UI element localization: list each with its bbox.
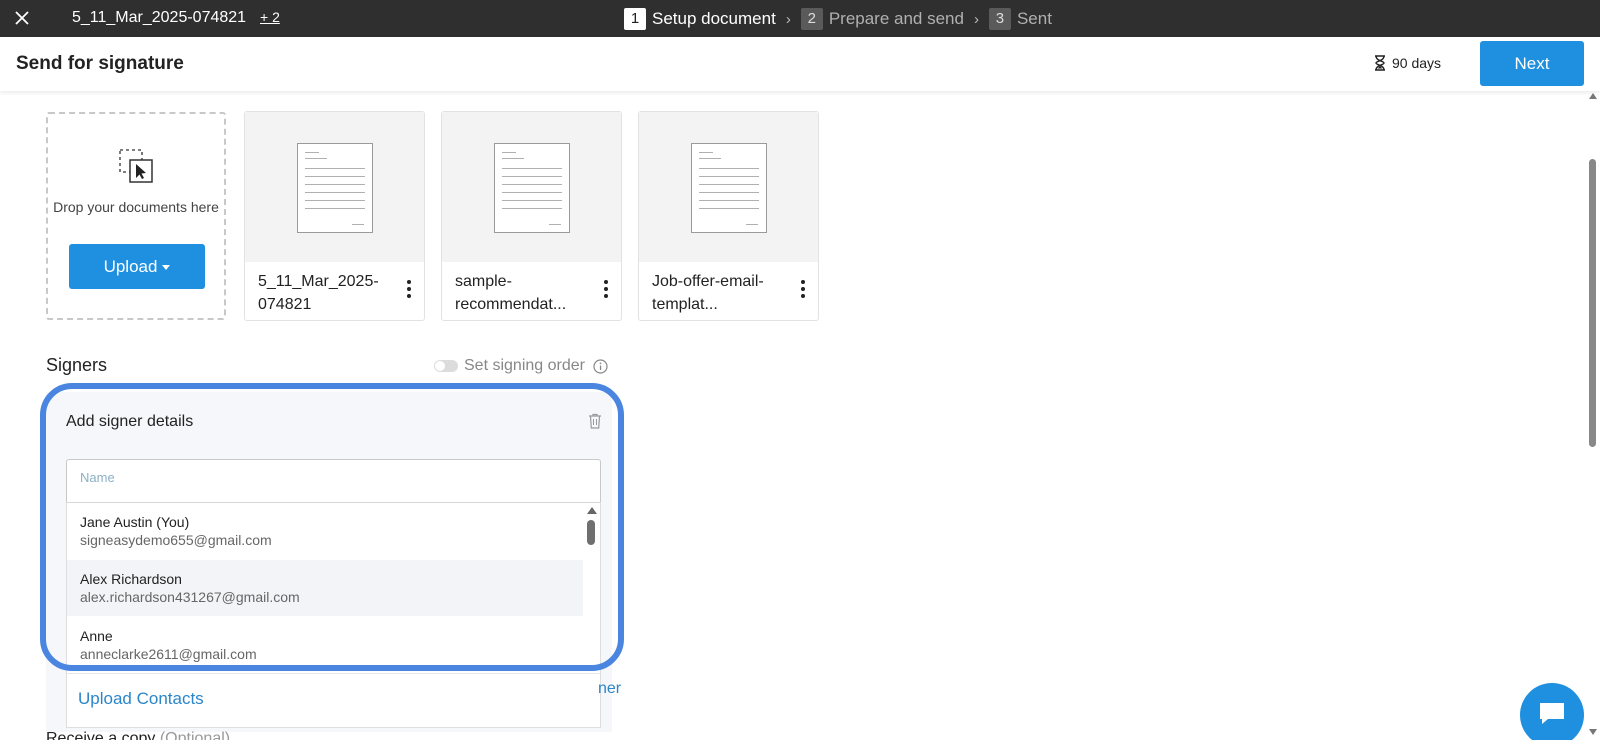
step-setup-document[interactable]: 1 Setup document [624,8,776,30]
document-dropzone[interactable]: Drop your documents here Upload [46,112,226,320]
contact-email: anneclarke2611@gmail.com [80,646,257,662]
document-card[interactable]: sample-recommendat... [441,111,622,321]
caret-down-icon [162,264,171,270]
receive-copy-heading: Receive a copy (Optional) [46,730,230,740]
contact-email: alex.richardson431267@gmail.com [80,589,300,605]
document-thumbnail [442,112,621,262]
contact-name: Jane Austin (You) [80,514,190,530]
document-page-icon [494,143,570,233]
expiry-setting[interactable]: 90 days [1374,55,1441,71]
top-bar: 5_11_Mar_2025-074821 + 2 1 Setup documen… [0,0,1600,37]
contact-name: Anne [80,628,113,644]
contact-option[interactable]: Alex Richardson alex.richardson431267@gm… [67,560,583,616]
scroll-thumb[interactable] [1589,159,1596,447]
document-name: 5_11_Mar_2025-074821 [72,9,247,26]
next-button[interactable]: Next [1480,41,1584,86]
signers-heading: Signers [46,355,108,375]
signing-order-label: Set signing order [464,357,585,374]
receive-copy-label: Receive a copy [46,730,156,740]
chevron-right-icon: › [973,10,979,28]
step-label: Sent [1016,9,1052,28]
document-card[interactable]: Job-offer-email-templat... [638,111,819,321]
hourglass-icon [1375,55,1385,71]
document-name: sample-recommendat... [455,273,567,313]
dropdown-scrollbar[interactable] [583,503,599,727]
document-thumbnail [639,112,818,262]
chevron-right-icon: › [785,10,791,28]
step-number: 3 [988,8,1011,30]
optional-label: (Optional) [159,730,231,740]
trash-icon[interactable] [588,413,602,434]
page-title: Send for signature [16,53,184,74]
document-page-icon [691,143,767,233]
contact-option[interactable]: Anne anneclarke2611@gmail.com [67,617,583,673]
scroll-thumb[interactable] [587,520,595,545]
signing-order-toggle[interactable] [434,360,458,372]
contact-name: Alex Richardson [80,571,182,587]
page-scrollbar[interactable] [1586,91,1600,740]
upload-button[interactable]: Upload [69,244,205,289]
add-signer-link[interactable]: ner [598,680,621,698]
document-name: 5_11_Mar_2025-074821 [258,273,379,313]
more-vertical-icon[interactable] [403,280,415,300]
scroll-up-icon[interactable] [1589,93,1597,99]
add-signer-heading: Add signer details [66,413,194,430]
chat-icon [1540,703,1564,724]
more-vertical-icon[interactable] [600,280,612,300]
scroll-down-icon[interactable] [1589,729,1597,735]
name-input[interactable] [80,470,580,485]
drop-instructions: Drop your documents here [53,199,219,215]
step-number: 1 [624,8,646,30]
name-field[interactable] [66,459,601,502]
signing-order-control: Set signing order [434,357,608,375]
more-documents-link[interactable]: + 2 [260,9,280,25]
contact-email: signeasydemo655@gmail.com [80,532,272,548]
contact-suggestions-dropdown: Jane Austin (You) signeasydemo655@gmail.… [66,502,601,728]
document-name: Job-offer-email-templat... [652,273,764,313]
document-card[interactable]: 5_11_Mar_2025-074821 [244,111,425,321]
step-label: Prepare and send [828,9,964,28]
close-icon[interactable] [10,6,34,30]
info-icon[interactable] [593,358,608,374]
step-sent[interactable]: 3 Sent [988,8,1052,30]
more-vertical-icon[interactable] [797,280,809,300]
upload-contacts-link[interactable]: Upload Contacts [78,689,204,709]
document-page-icon [297,143,373,233]
page-header: Send for signature 90 days Next [0,37,1600,91]
expiry-label: 90 days [1392,55,1442,71]
step-number: 2 [800,8,823,30]
step-prepare-and-send[interactable]: 2 Prepare and send [800,8,964,30]
document-thumbnail [245,112,424,262]
divider [67,673,600,674]
step-indicator: 1 Setup document › 2 Prepare and send › … [624,7,1052,31]
step-label: Setup document [652,9,776,28]
chat-support-button[interactable] [1520,683,1584,740]
contact-option[interactable]: Jane Austin (You) signeasydemo655@gmail.… [67,503,583,559]
drag-drop-icon [118,148,156,191]
scroll-up-icon[interactable] [587,507,597,514]
upload-label: Upload [103,256,158,276]
